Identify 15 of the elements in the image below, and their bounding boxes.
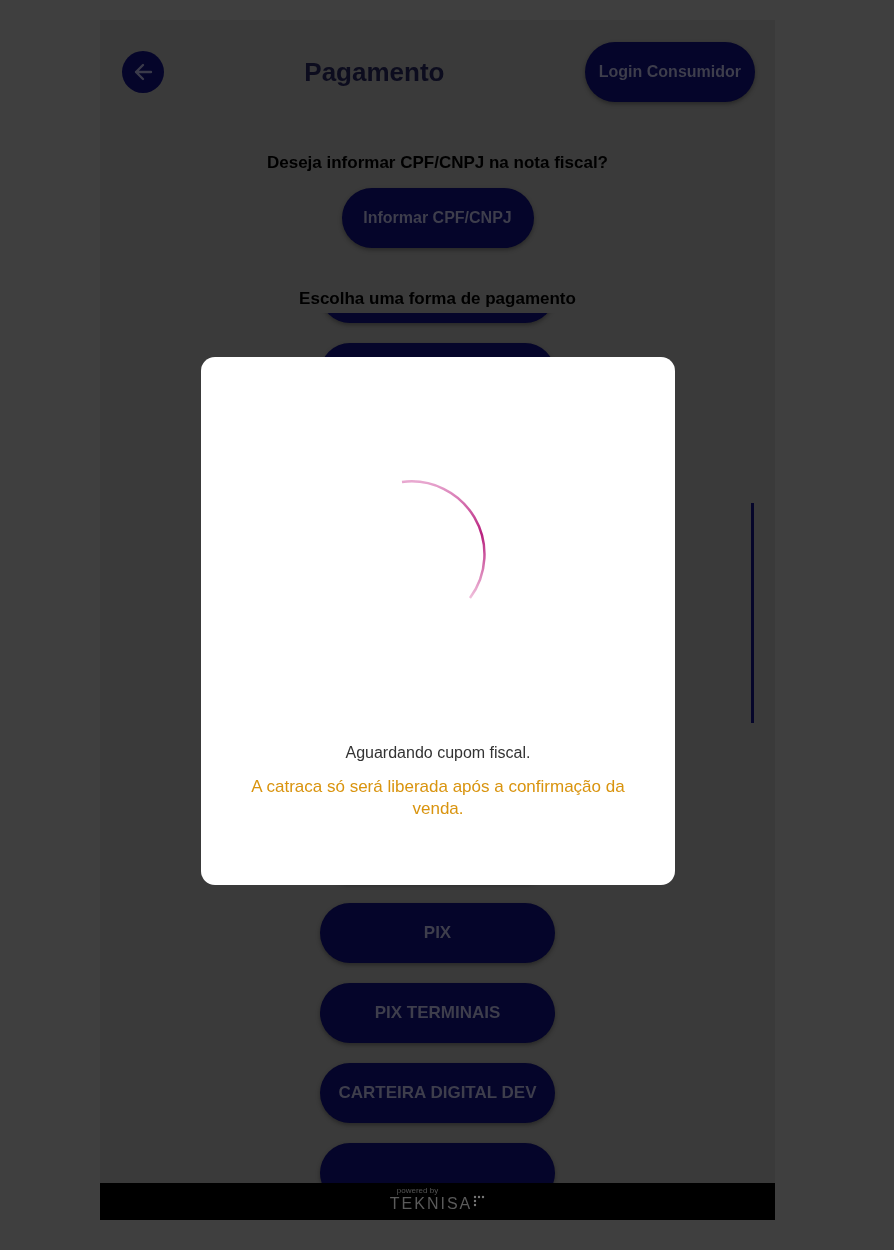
payment-heading: Escolha uma forma de pagamento <box>298 289 577 309</box>
login-button[interactable]: Login Consumidor <box>584 42 755 102</box>
payment-option-button[interactable]: PIX <box>320 903 555 963</box>
status-message: Aguardando cupom fiscal. <box>345 744 531 762</box>
warning-message: A catraca só será liberada após a confirmação da venda. <box>250 776 626 821</box>
arrow-left-icon <box>132 61 154 83</box>
brand-logo-text: TEKNISA <box>389 1195 473 1213</box>
back-button[interactable] <box>122 51 164 93</box>
powered-by-text: powered by <box>396 1186 439 1195</box>
payment-option-button[interactable]: PIX TERMINAIS <box>320 983 555 1043</box>
invoice-question: Deseja informar CPF/CNPJ na nota fiscal? <box>265 153 609 173</box>
scrollbar-thumb[interactable] <box>751 503 754 723</box>
cpf-button[interactable]: Informar CPF/CNPJ <box>341 188 534 248</box>
payment-option-button[interactable]: CARTEIRA DIGITAL DEV <box>320 1063 555 1123</box>
dots-icon <box>473 1195 486 1209</box>
